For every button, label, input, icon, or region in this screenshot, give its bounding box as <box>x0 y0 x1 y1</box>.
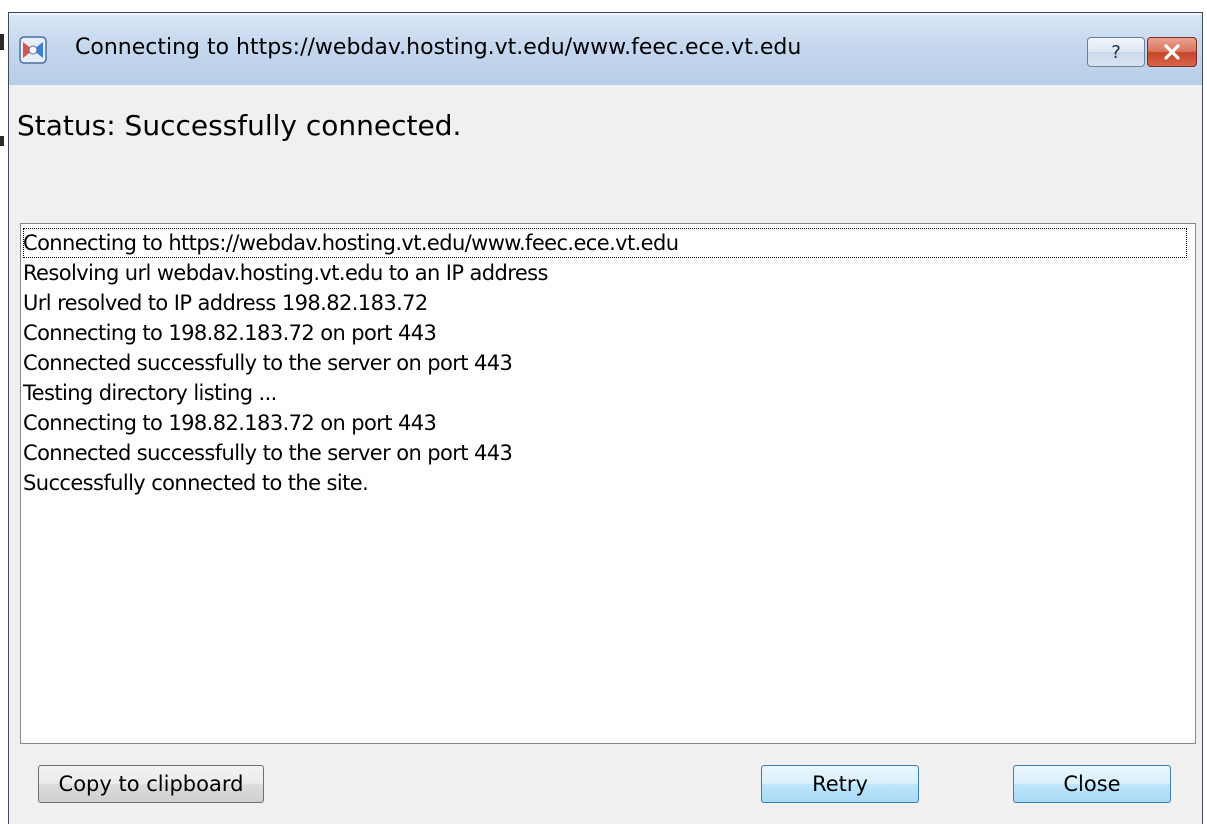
log-line[interactable]: Connecting to 198.82.183.72 on port 443 <box>23 318 437 348</box>
status-label: Status: Successfully connected. <box>17 109 462 142</box>
window-close-button[interactable] <box>1147 37 1197 67</box>
title-bar-shine <box>9 13 1202 15</box>
copy-to-clipboard-button[interactable]: Copy to clipboard <box>38 765 264 803</box>
dialog-body: Status: Successfully connected. Connecti… <box>9 85 1202 824</box>
connection-dialog: Connecting to https://webdav.hosting.vt.… <box>8 12 1203 824</box>
background-window-edge <box>0 136 4 146</box>
title-bar[interactable]: Connecting to https://webdav.hosting.vt.… <box>9 13 1202 85</box>
close-button[interactable]: Close <box>1013 765 1171 803</box>
log-line[interactable]: Successfully connected to the site. <box>23 468 369 498</box>
connection-log-list[interactable]: Connecting to https://webdav.hosting.vt.… <box>20 223 1196 744</box>
close-icon <box>1164 44 1180 60</box>
background-window-edge <box>0 34 4 50</box>
screen: Connecting to https://webdav.hosting.vt.… <box>0 0 1207 824</box>
window-title: Connecting to https://webdav.hosting.vt.… <box>75 35 802 60</box>
retry-button[interactable]: Retry <box>761 765 919 803</box>
help-button[interactable]: ? <box>1087 37 1145 67</box>
help-icon: ? <box>1111 41 1121 63</box>
log-line[interactable]: Testing directory listing ... <box>23 378 277 408</box>
log-line[interactable]: Connecting to 198.82.183.72 on port 443 <box>23 408 437 438</box>
log-line[interactable]: Connected successfully to the server on … <box>23 438 513 468</box>
app-globe-icon[interactable] <box>19 36 47 64</box>
log-line[interactable]: Connecting to https://webdav.hosting.vt.… <box>23 228 1187 258</box>
log-line[interactable]: Url resolved to IP address 198.82.183.72 <box>23 288 428 318</box>
log-line[interactable]: Connected successfully to the server on … <box>23 348 513 378</box>
log-line[interactable]: Resolving url webdav.hosting.vt.edu to a… <box>23 258 548 288</box>
